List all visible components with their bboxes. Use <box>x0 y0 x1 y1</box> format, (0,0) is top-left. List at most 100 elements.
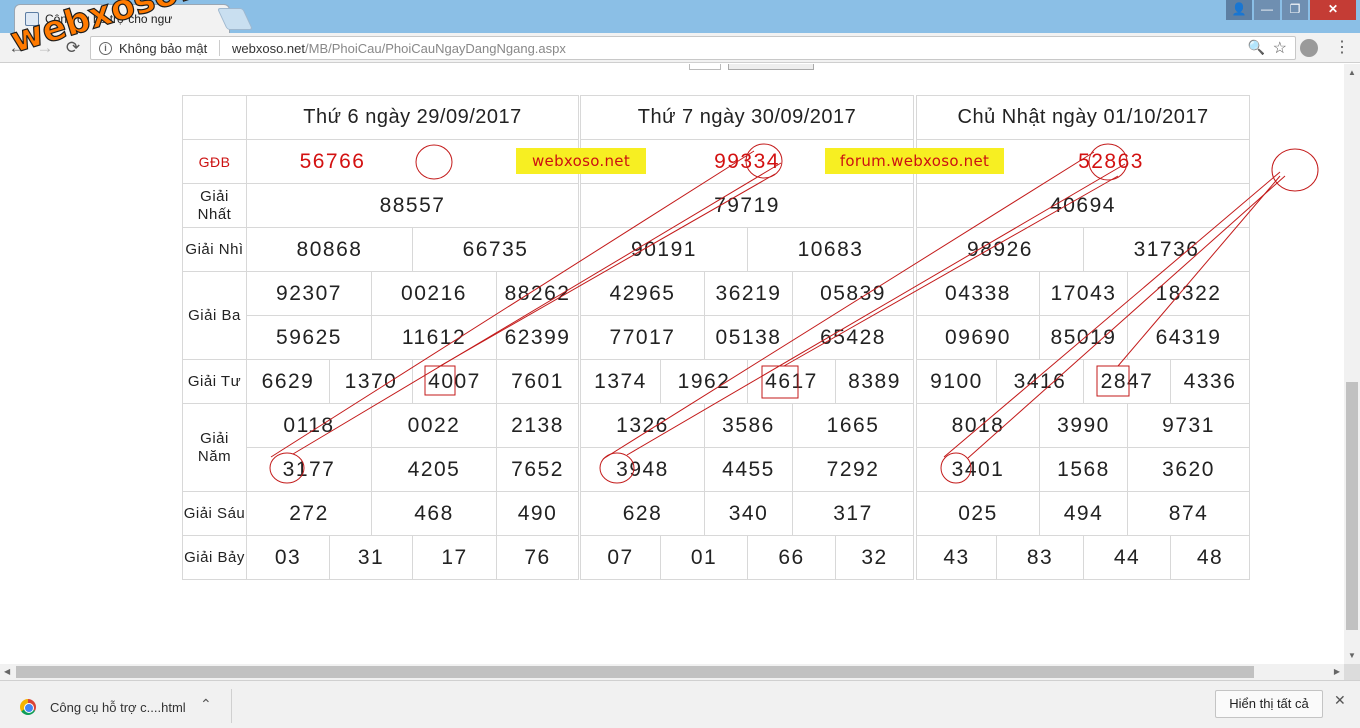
first-prize: 88557 <box>245 183 580 228</box>
seventh-prize: 83 <box>996 535 1084 580</box>
fourth-prize: 4336 <box>1169 359 1251 404</box>
partial-input[interactable] <box>689 64 721 70</box>
vertical-scrollbar[interactable]: ▲ ▼ <box>1344 64 1360 664</box>
maximize-button[interactable]: ❐ <box>1282 0 1308 20</box>
scroll-up-arrow-icon[interactable]: ▲ <box>1348 68 1356 77</box>
third-prize: 17043 <box>1039 271 1128 316</box>
security-label[interactable]: Không bảo mật <box>119 41 207 56</box>
fifth-prize: 8018 <box>916 403 1040 448</box>
sixth-prize: 317 <box>791 491 915 536</box>
fifth-prize: 1665 <box>791 403 915 448</box>
scroll-left-arrow-icon[interactable]: ◀ <box>4 667 10 676</box>
url-domain: webxoso.net <box>232 41 305 56</box>
vertical-scroll-thumb[interactable] <box>1346 382 1358 630</box>
fifth-prize: 4205 <box>371 447 497 492</box>
url-text[interactable]: webxoso.net/MB/PhoiCau/PhoiCauNgayDangNg… <box>232 41 566 56</box>
second-prize: 10683 <box>746 227 915 272</box>
third-prize: 85019 <box>1039 315 1128 360</box>
browser-toolbar: ← → ⟳ i Không bảo mật webxoso.net/MB/Pho… <box>0 33 1360 63</box>
minimize-button[interactable]: — <box>1254 0 1280 20</box>
fifth-prize: 3990 <box>1039 403 1128 448</box>
horizontal-scrollbar[interactable]: ◀ ▶ <box>0 664 1344 680</box>
annotation-circle <box>1271 148 1319 192</box>
label-giai-tu: Giải Tư <box>182 359 247 404</box>
show-all-button[interactable]: Hiển thị tất cả <box>1215 690 1323 718</box>
fourth-prize: 1370 <box>329 359 413 404</box>
profile-icon[interactable]: 👤 <box>1226 0 1252 20</box>
day-title: Thứ 7 ngày 30/09/2017 <box>579 95 915 140</box>
third-prize: 42965 <box>580 271 705 316</box>
fourth-prize: 2847 <box>1083 359 1171 404</box>
label-giai-nhi: Giải Nhì <box>182 227 247 272</box>
fifth-prize: 3177 <box>246 447 372 492</box>
seventh-prize: 48 <box>1169 535 1251 580</box>
third-prize: 05138 <box>704 315 793 360</box>
seventh-prize: 01 <box>660 535 748 580</box>
seventh-prize: 31 <box>329 535 413 580</box>
bookmark-star-icon[interactable]: ☆ <box>1273 38 1287 58</box>
sixth-prize: 874 <box>1126 491 1251 536</box>
fourth-prize: 9100 <box>916 359 997 404</box>
third-prize: 65428 <box>791 315 915 360</box>
label-giai-bay: Giải Bảy <box>182 535 247 580</box>
second-prize: 90191 <box>580 227 748 272</box>
zoom-icon[interactable]: 🔍 <box>1248 39 1265 56</box>
third-prize: 05839 <box>791 271 915 316</box>
fifth-prize: 1568 <box>1039 447 1128 492</box>
day-title: Thứ 6 ngày 29/09/2017 <box>245 95 580 140</box>
extension-icon[interactable] <box>1300 39 1318 57</box>
seventh-prize: 32 <box>834 535 915 580</box>
third-prize: 09690 <box>916 315 1040 360</box>
fifth-prize: 7292 <box>791 447 915 492</box>
banner-webxoso[interactable]: webxoso.net <box>516 148 646 174</box>
seventh-prize: 44 <box>1083 535 1171 580</box>
third-prize: 88262 <box>495 271 580 316</box>
special-prize-value: 52863 <box>1078 149 1144 173</box>
close-window-button[interactable]: ✕ <box>1310 0 1356 20</box>
fourth-prize: 4617 <box>747 359 836 404</box>
seventh-prize: 03 <box>246 535 330 580</box>
fourth-prize: 4007 <box>412 359 497 404</box>
fifth-prize: 3948 <box>580 447 705 492</box>
scroll-down-arrow-icon[interactable]: ▼ <box>1348 651 1356 660</box>
fourth-prize: 3416 <box>996 359 1084 404</box>
partial-button[interactable] <box>728 64 814 70</box>
fifth-prize: 1326 <box>580 403 705 448</box>
info-icon[interactable]: i <box>99 42 112 55</box>
fifth-prize: 7652 <box>495 447 580 492</box>
seventh-prize: 66 <box>747 535 836 580</box>
label-giai-ba: Giải Ba <box>182 271 247 360</box>
third-prize: 62399 <box>495 315 580 360</box>
scroll-right-arrow-icon[interactable]: ▶ <box>1334 667 1340 676</box>
header-blank <box>182 95 247 140</box>
first-prize: 79719 <box>579 183 915 228</box>
third-prize: 77017 <box>580 315 705 360</box>
third-prize: 04338 <box>916 271 1040 316</box>
seventh-prize: 17 <box>412 535 497 580</box>
label-giai-nam: Giải Năm <box>182 403 247 492</box>
fifth-prize: 3401 <box>916 447 1040 492</box>
scrollbar-corner <box>1344 664 1360 680</box>
chrome-file-icon <box>20 699 36 715</box>
url-separator <box>219 40 220 56</box>
fifth-prize: 2138 <box>495 403 580 448</box>
close-icon[interactable]: ✕ <box>1334 692 1346 709</box>
download-bar: Công cụ hỗ trợ c....html ⌃ Hiển thị tất … <box>0 680 1360 728</box>
download-file-name[interactable]: Công cụ hỗ trợ c....html <box>50 700 186 715</box>
seventh-prize: 43 <box>916 535 997 580</box>
menu-icon[interactable]: ⋮ <box>1332 37 1352 57</box>
sixth-prize: 490 <box>495 491 580 536</box>
first-prize: 40694 <box>915 183 1251 228</box>
sixth-prize: 340 <box>704 491 793 536</box>
fourth-prize: 6629 <box>246 359 330 404</box>
third-prize: 11612 <box>371 315 497 360</box>
label-giai-sau: Giải Sáu <box>182 491 247 536</box>
horizontal-scroll-thumb[interactable] <box>16 666 1254 678</box>
third-prize: 64319 <box>1126 315 1251 360</box>
day-title: Chủ Nhật ngày 01/10/2017 <box>915 95 1251 140</box>
address-bar[interactable]: i Không bảo mật webxoso.net/MB/PhoiCau/P… <box>90 36 1296 60</box>
chevron-up-icon[interactable]: ⌃ <box>200 696 212 713</box>
special-prize-value: 99334 <box>714 149 780 173</box>
banner-forum[interactable]: forum.webxoso.net <box>825 148 1004 174</box>
download-item[interactable]: Công cụ hỗ trợ c....html ⌃ <box>8 689 232 723</box>
